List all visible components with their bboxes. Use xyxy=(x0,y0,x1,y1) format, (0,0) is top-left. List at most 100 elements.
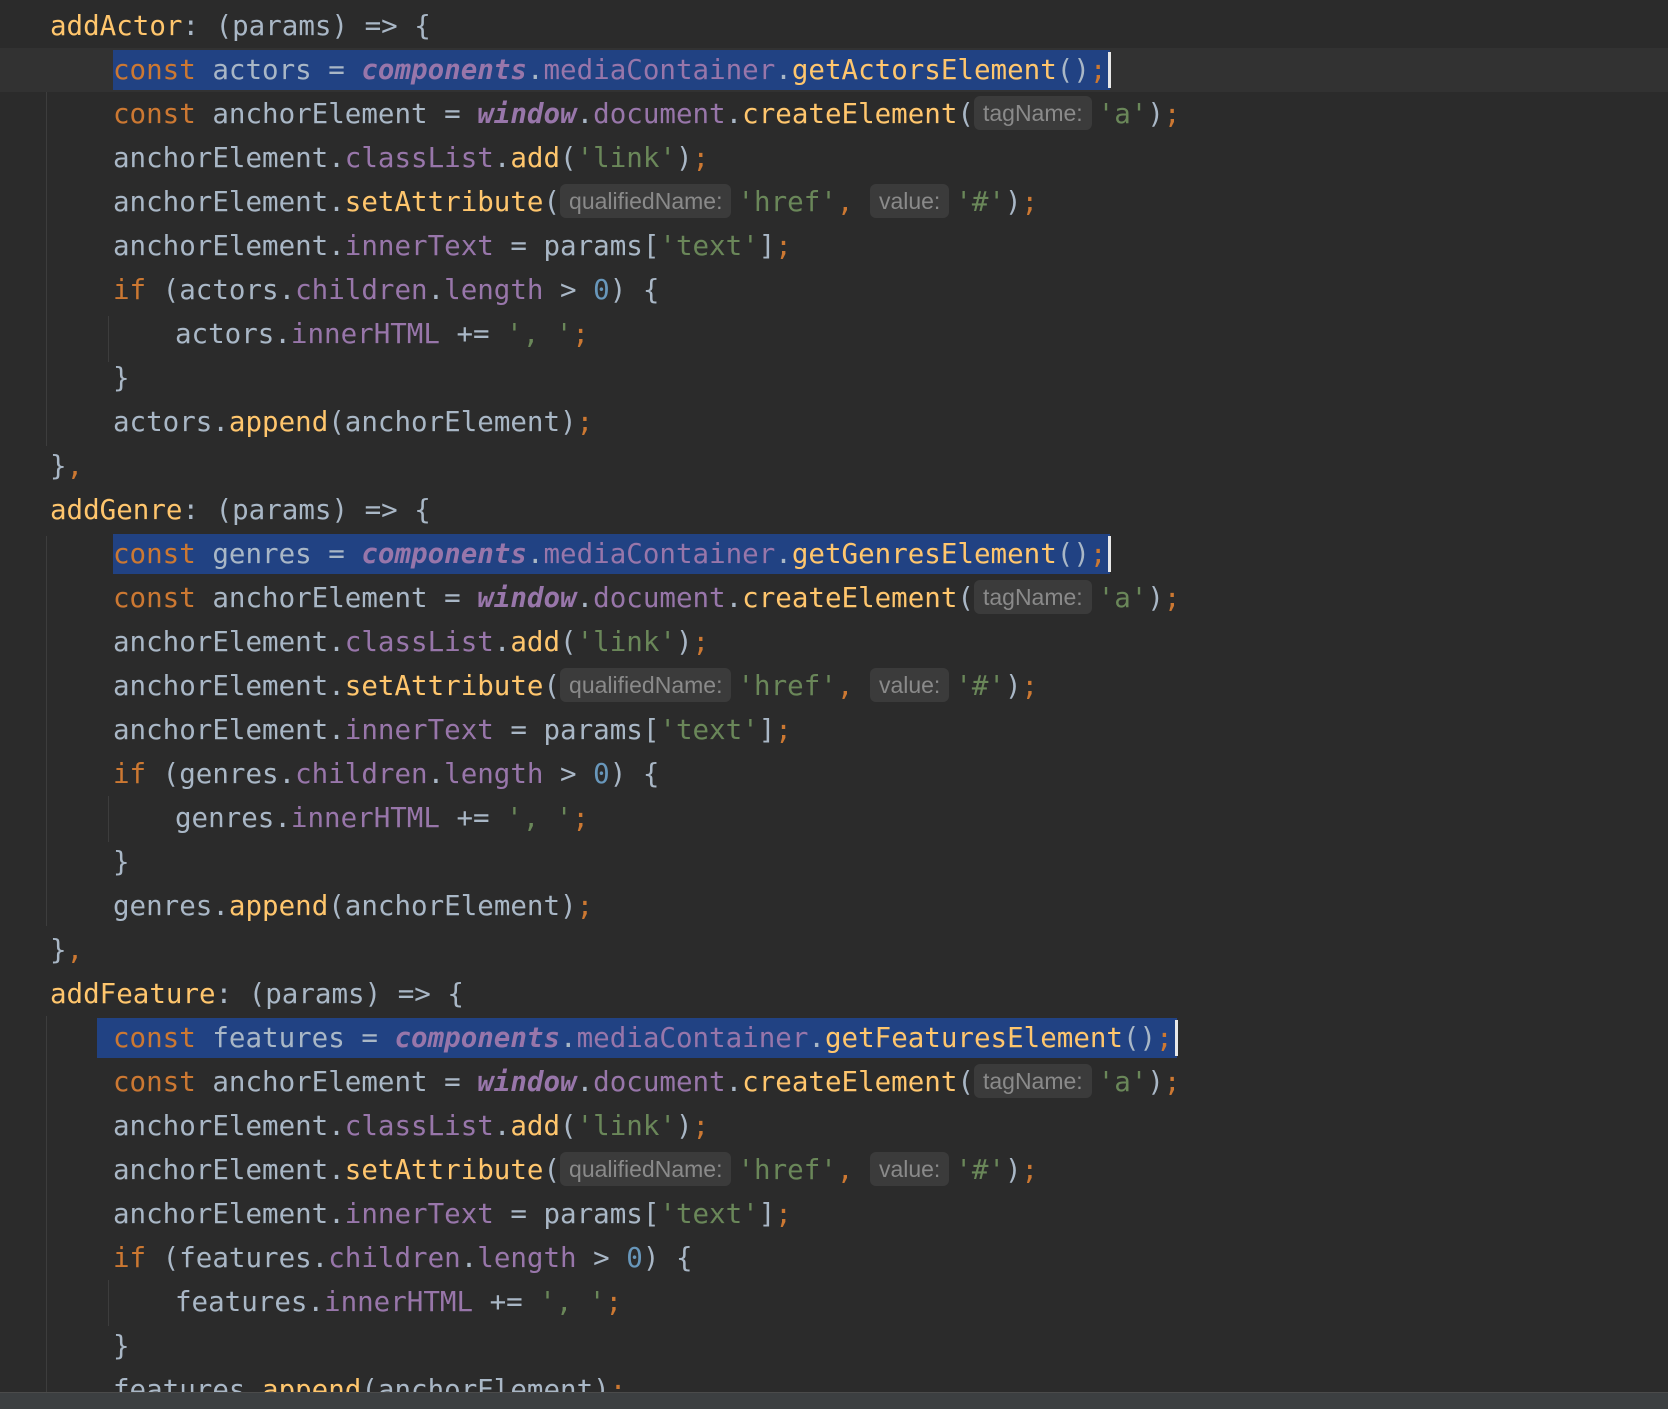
code-token: ) xyxy=(1147,98,1164,130)
code-token: 'text' xyxy=(659,230,759,262)
code-text: anchorElement.innerText = params['text']… xyxy=(113,708,792,752)
code-token: (genres. xyxy=(162,758,296,790)
code-line[interactable]: const actors = components.mediaContainer… xyxy=(0,48,1668,92)
code-token: = params[ xyxy=(493,1198,660,1230)
code-token: anchorElement. xyxy=(113,186,345,218)
code-line[interactable]: if (actors.children.length > 0) { xyxy=(0,268,1668,312)
code-token: . xyxy=(576,582,594,614)
code-token: innerHTML xyxy=(290,318,440,350)
code-line[interactable]: anchorElement.setAttribute(qualifiedName… xyxy=(0,664,1668,708)
code-token: append xyxy=(228,406,329,438)
code-token: . xyxy=(460,1242,478,1274)
code-line[interactable]: const anchorElement = window.document.cr… xyxy=(0,92,1668,136)
code-line[interactable]: anchorElement.classList.add('link'); xyxy=(0,136,1668,180)
code-token: ( xyxy=(560,142,577,174)
code-line[interactable]: anchorElement.setAttribute(qualifiedName… xyxy=(0,180,1668,224)
code-token: . xyxy=(576,1066,594,1098)
code-token: () xyxy=(1056,54,1090,86)
code-token: createElement xyxy=(742,582,958,614)
code-text: genres.append(anchorElement); xyxy=(113,884,593,928)
code-token: mediaContainer xyxy=(543,54,776,86)
code-token: (actors. xyxy=(162,274,296,306)
code-text: const genres = components.mediaContainer… xyxy=(113,532,1106,576)
code-token: . xyxy=(725,98,743,130)
code-token: . xyxy=(808,1022,825,1054)
code-line[interactable]: if (genres.children.length > 0) { xyxy=(0,752,1668,796)
code-line[interactable]: actors.append(anchorElement); xyxy=(0,400,1668,444)
code-line[interactable]: anchorElement.classList.add('link'); xyxy=(0,1104,1668,1148)
code-line[interactable]: const anchorElement = window.document.cr… xyxy=(0,1060,1668,1104)
code-token: createElement xyxy=(742,1066,958,1098)
code-token: anchorElement = xyxy=(212,1066,478,1098)
code-text: features.innerHTML += ', '; xyxy=(175,1280,622,1324)
parameter-hint: value: xyxy=(869,668,950,702)
code-line[interactable]: }, xyxy=(0,928,1668,972)
code-token: ; xyxy=(775,1198,792,1230)
text-caret xyxy=(1174,1020,1178,1056)
code-token: features. xyxy=(175,1286,325,1318)
code-token: innerText xyxy=(344,1198,494,1230)
code-token: ) xyxy=(1147,582,1164,614)
code-line[interactable]: anchorElement.innerText = params['text']… xyxy=(0,1192,1668,1236)
code-text: anchorElement.setAttribute(qualifiedName… xyxy=(113,1148,1038,1192)
code-line[interactable]: genres.append(anchorElement); xyxy=(0,884,1668,928)
code-line[interactable]: if (features.children.length > 0) { xyxy=(0,1236,1668,1280)
parameter-hint: qualifiedName: xyxy=(560,668,732,702)
code-token: innerText xyxy=(344,714,494,746)
code-line[interactable]: anchorElement.setAttribute(qualifiedName… xyxy=(0,1148,1668,1192)
code-token: 'href' xyxy=(737,186,837,218)
code-line[interactable]: }, xyxy=(0,444,1668,488)
code-token: ; xyxy=(572,318,589,350)
code-line[interactable]: addFeature: (params) => { xyxy=(0,972,1668,1016)
code-token: . xyxy=(576,98,594,130)
code-token: > xyxy=(543,274,594,306)
code-token: genres = xyxy=(212,538,362,570)
code-token: innerHTML xyxy=(324,1286,474,1318)
code-token: ; xyxy=(692,626,710,658)
code-text: const anchorElement = window.document.cr… xyxy=(113,576,1180,620)
code-line[interactable]: anchorElement.innerText = params['text']… xyxy=(0,224,1668,268)
code-line[interactable]: } xyxy=(0,356,1668,400)
code-token: const xyxy=(113,1066,213,1098)
code-text: } xyxy=(113,356,130,400)
code-token: getFeaturesElement xyxy=(824,1022,1123,1054)
code-line[interactable]: } xyxy=(0,840,1668,884)
code-line[interactable]: features.append(anchorElement); xyxy=(0,1368,1668,1392)
code-line[interactable]: anchorElement.classList.add('link'); xyxy=(0,620,1668,664)
code-text: anchorElement.classList.add('link'); xyxy=(113,620,709,664)
code-token: components xyxy=(361,538,527,570)
parameter-hint: value: xyxy=(869,1152,950,1186)
code-text: const anchorElement = window.document.cr… xyxy=(113,1060,1180,1104)
code-text: anchorElement.innerText = params['text']… xyxy=(113,1192,792,1236)
code-line[interactable]: actors.innerHTML += ', '; xyxy=(0,312,1668,356)
code-line[interactable]: features.innerHTML += ', '; xyxy=(0,1280,1668,1324)
code-text: addFeature: (params) => { xyxy=(50,972,464,1016)
code-line[interactable]: addActor: (params) => { xyxy=(0,4,1668,48)
code-line[interactable]: addGenre: (params) => { xyxy=(0,488,1668,532)
code-token: > xyxy=(576,1242,627,1274)
code-token: const xyxy=(113,98,213,130)
code-token: ) xyxy=(1004,670,1022,702)
code-line[interactable]: const anchorElement = window.document.cr… xyxy=(0,576,1668,620)
code-token: ; xyxy=(692,142,710,174)
code-line[interactable]: genres.innerHTML += ', '; xyxy=(0,796,1668,840)
code-text: anchorElement.setAttribute(qualifiedName… xyxy=(113,180,1038,224)
code-token: = params[ xyxy=(493,714,660,746)
code-line[interactable]: const features = components.mediaContain… xyxy=(0,1016,1668,1060)
code-token: += xyxy=(439,318,507,350)
text-caret xyxy=(1108,52,1112,88)
code-line[interactable]: } xyxy=(0,1324,1668,1368)
code-line[interactable]: const genres = components.mediaContainer… xyxy=(0,532,1668,576)
code-token: ; xyxy=(1163,1066,1181,1098)
parameter-hint: tagName: xyxy=(973,580,1092,614)
code-token: anchorElement. xyxy=(113,1154,345,1186)
code-text: if (features.children.length > 0) { xyxy=(113,1236,693,1280)
code-editor[interactable]: addActor: (params) => {const actors = co… xyxy=(0,0,1668,1392)
code-token: 'text' xyxy=(659,714,759,746)
code-token: ; xyxy=(576,406,594,438)
code-token: length xyxy=(444,274,544,306)
code-token: ] xyxy=(758,714,776,746)
code-line[interactable]: anchorElement.innerText = params['text']… xyxy=(0,708,1668,752)
code-token: if xyxy=(113,758,163,790)
code-token: features = xyxy=(212,1022,395,1054)
